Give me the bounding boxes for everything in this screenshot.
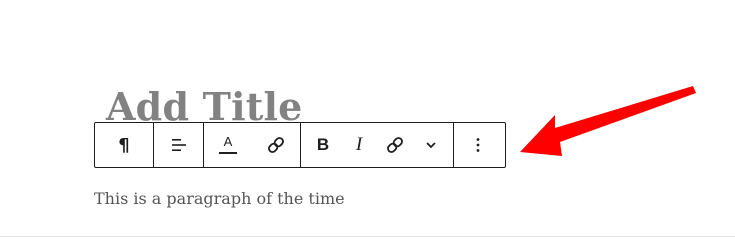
- bold-button[interactable]: B: [305, 123, 341, 167]
- text-color-underline: [219, 152, 237, 154]
- align-left-icon: [171, 139, 186, 151]
- toolbar-group-formatting: B I: [301, 123, 454, 167]
- link-button[interactable]: [252, 123, 300, 167]
- bold-label: B: [316, 135, 330, 154]
- text-color-button[interactable]: A: [204, 123, 252, 167]
- chevron-down-icon: [426, 142, 436, 149]
- italic-button[interactable]: I: [341, 123, 377, 167]
- italic-label: I: [355, 134, 363, 155]
- inline-link-button[interactable]: [377, 123, 413, 167]
- toolbar-group-options: [454, 123, 501, 167]
- toolbar-group-align: [154, 123, 204, 167]
- paragraph-block[interactable]: This is a paragraph of the time: [94, 188, 345, 210]
- text-color-icon: A: [218, 133, 238, 157]
- link-icon: [387, 137, 403, 153]
- more-rich-text-button[interactable]: [413, 123, 449, 167]
- toolbar-group-color-link: A: [204, 123, 301, 167]
- align-button[interactable]: [154, 123, 203, 167]
- paragraph-block-button[interactable]: ¶: [95, 123, 153, 167]
- more-vertical-icon: [476, 138, 479, 152]
- text-color-letter: A: [223, 134, 233, 149]
- toolbar-group-block-type: ¶: [95, 123, 154, 167]
- bottom-divider: [0, 236, 735, 237]
- link-icon: [268, 137, 284, 153]
- red-arrow-icon: [520, 86, 696, 156]
- block-toolbar: ¶ A B I: [94, 122, 506, 168]
- options-button[interactable]: [454, 123, 501, 167]
- pilcrow-icon: ¶: [118, 134, 130, 156]
